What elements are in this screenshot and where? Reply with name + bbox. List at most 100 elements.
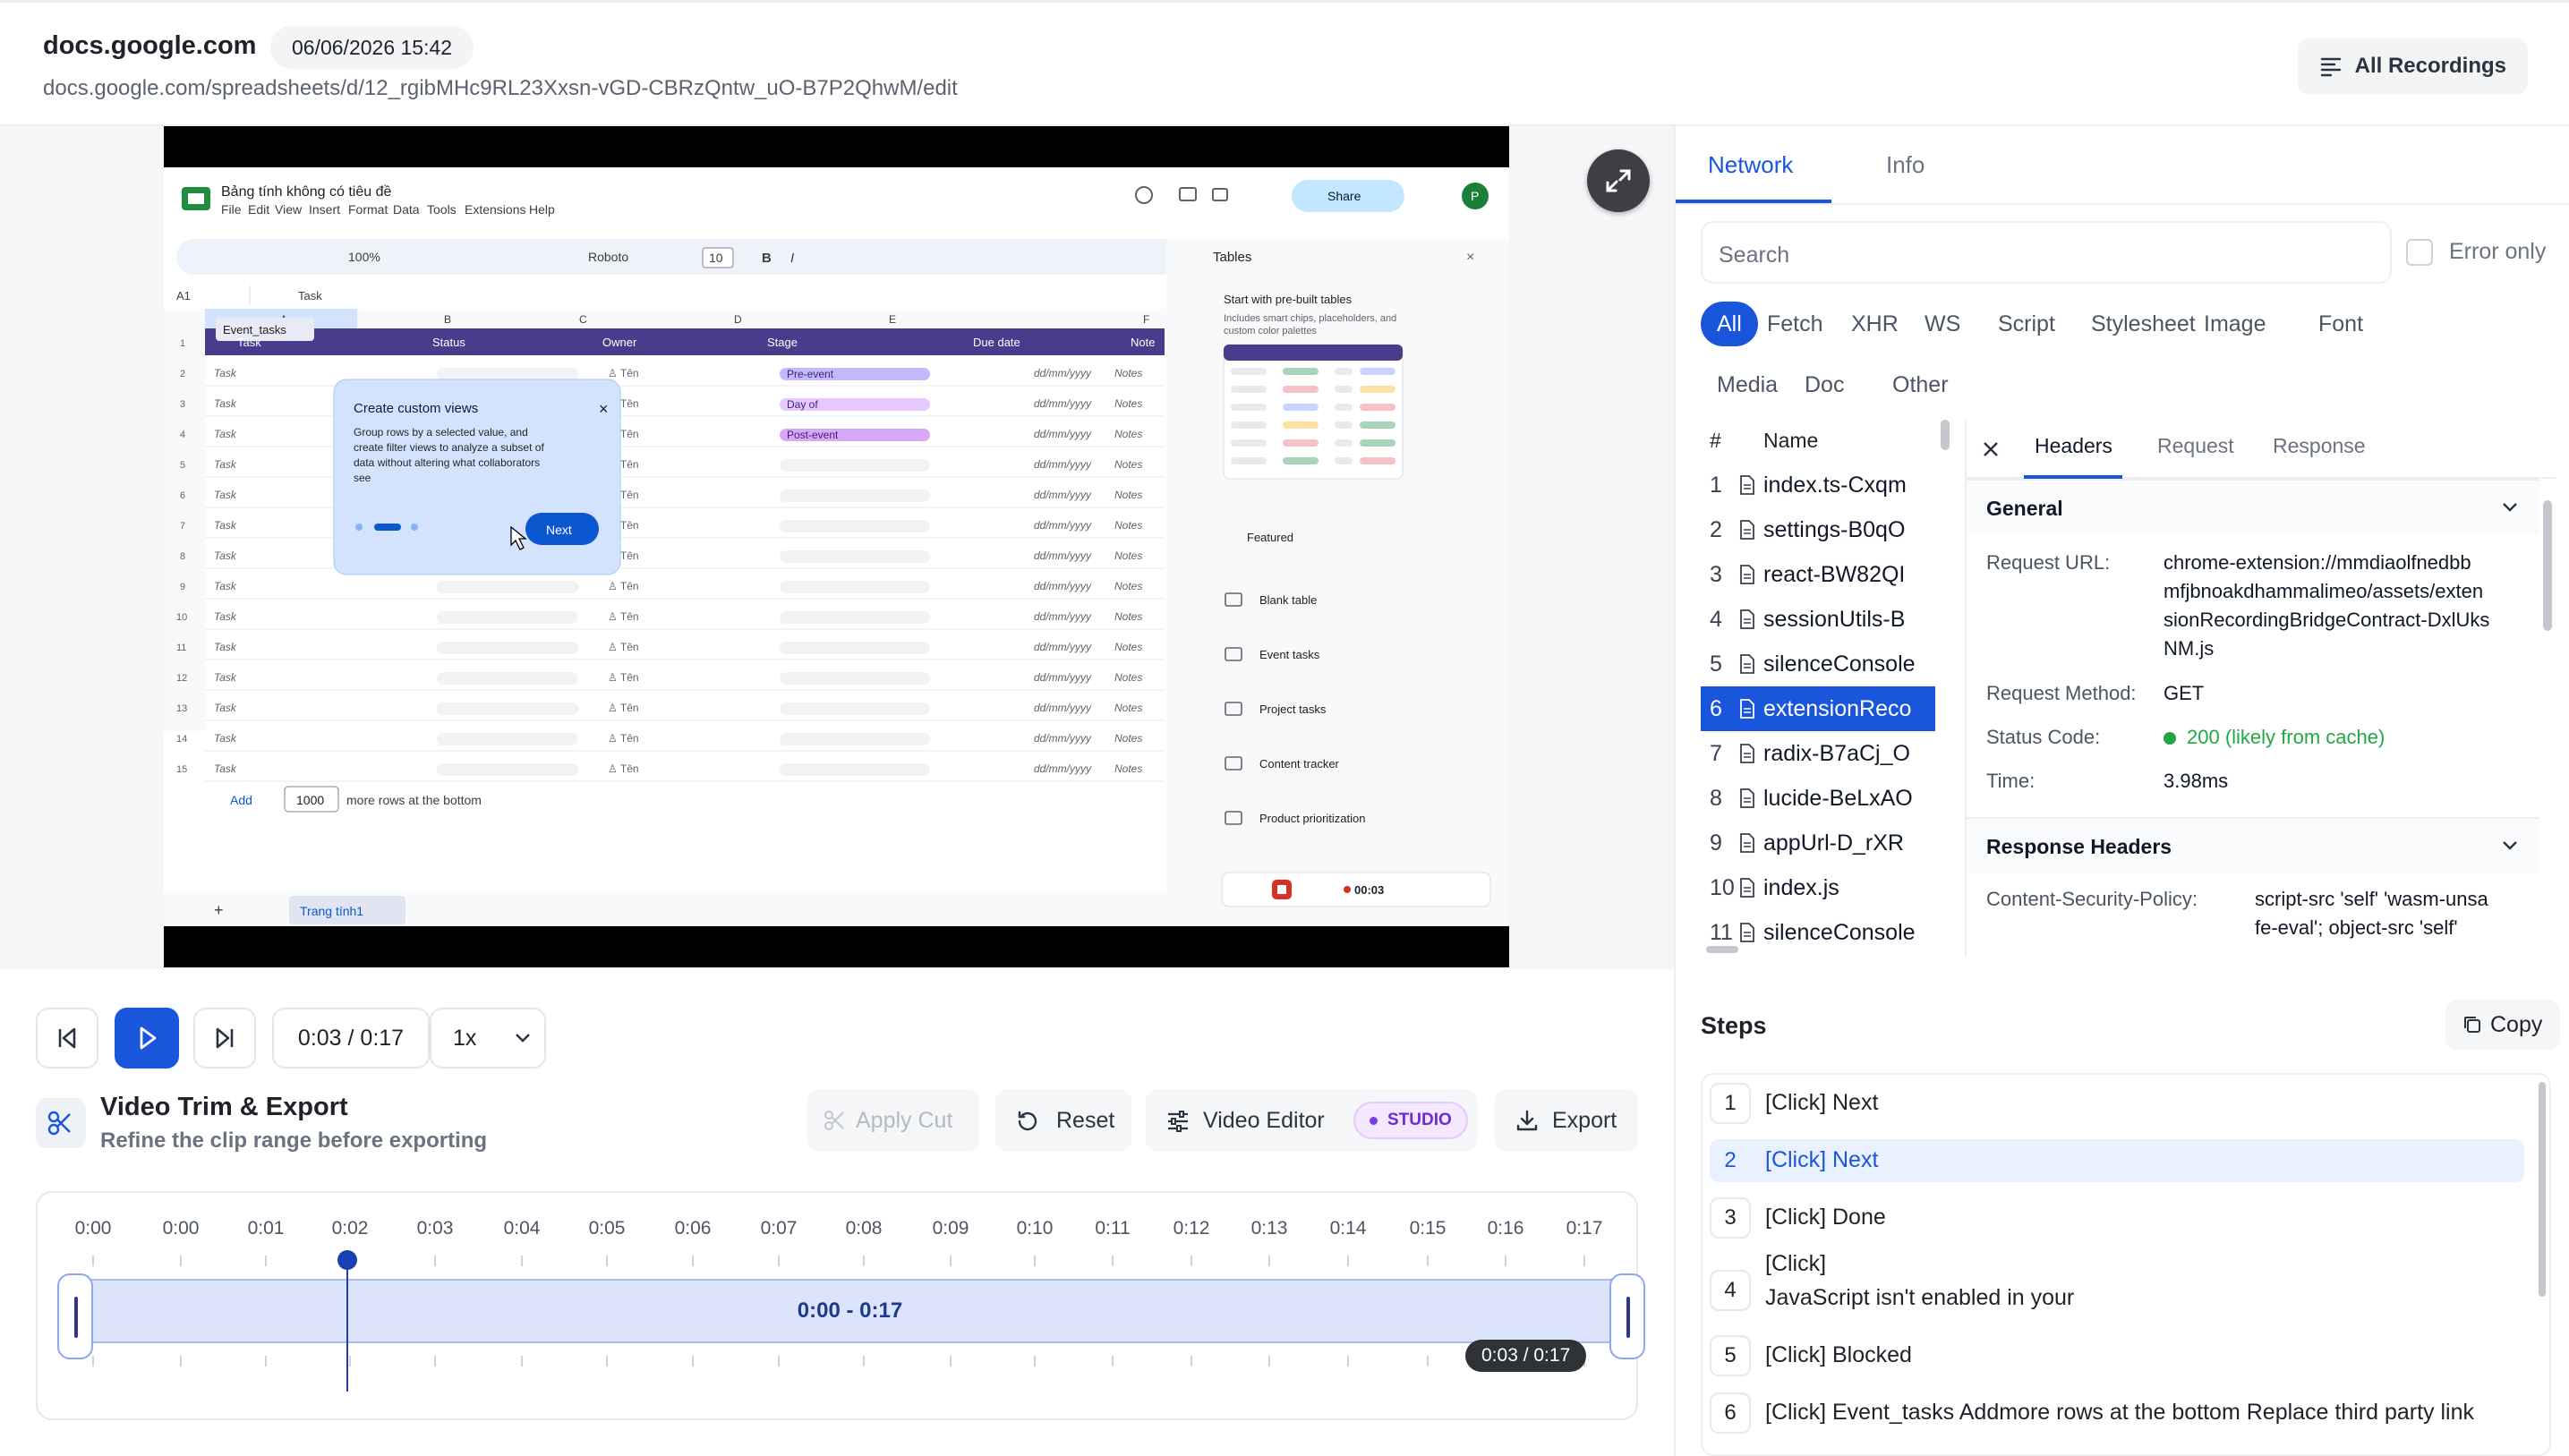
- stage-cell: Pre-event: [787, 368, 834, 380]
- step-item[interactable]: 3 [Click] Done: [1710, 1196, 2524, 1239]
- filter-chip-script[interactable]: Script: [1982, 302, 2071, 346]
- tab-network[interactable]: Network: [1708, 151, 1793, 179]
- filter-chip-fetch[interactable]: Fetch: [1751, 302, 1839, 346]
- filter-chip-ws[interactable]: WS: [1908, 302, 1976, 346]
- request-row[interactable]: 7 radix-B7aCj_O: [1701, 731, 1935, 776]
- filter-chip-font[interactable]: Font: [2302, 302, 2379, 346]
- filter-chip-media[interactable]: Media: [1701, 362, 1794, 407]
- file-icon: [1740, 923, 1754, 942]
- skip-back-button[interactable]: [36, 1008, 98, 1069]
- video-frame[interactable]: Bảng tính không có tiêu đề File Edit View I…: [164, 126, 1509, 967]
- playhead[interactable]: [346, 1257, 348, 1392]
- trim-start-handle[interactable]: [57, 1273, 93, 1359]
- close-icon[interactable]: [1981, 439, 2001, 459]
- filter-chip-all[interactable]: All: [1701, 302, 1758, 346]
- skip-forward-button[interactable]: [193, 1008, 256, 1069]
- template-item[interactable]: Project tasks: [1259, 702, 1327, 716]
- trim-end-handle[interactable]: [1609, 1273, 1645, 1359]
- request-row[interactable]: 4 sessionUtils-B: [1701, 597, 1935, 642]
- fullscreen-button[interactable]: [1587, 149, 1650, 212]
- list-scrollbar[interactable]: [1941, 420, 1950, 450]
- sheet-menu-item[interactable]: Extensions: [465, 202, 525, 217]
- filter-chip-other[interactable]: Other: [1876, 362, 1965, 407]
- step-item[interactable]: 2 [Click] Next: [1710, 1139, 2524, 1182]
- steps-scrollbar[interactable]: [2539, 1082, 2546, 1297]
- column-header[interactable]: B: [444, 313, 451, 326]
- step-item[interactable]: 6 [Click] Event_tasks Addmore rows at the…: [1710, 1392, 2524, 1435]
- file-icon: [1740, 654, 1754, 674]
- recorded-screenshot: Bảng tính không có tiêu đề File Edit View I…: [164, 167, 1509, 926]
- request-name: extensionReco: [1763, 696, 1912, 721]
- time-key: Time:: [1986, 770, 2036, 792]
- popup-next-label: Next: [546, 523, 572, 537]
- column-header[interactable]: D: [734, 313, 742, 326]
- error-only-label: Error only: [2449, 239, 2547, 264]
- filter-chip-xhr[interactable]: XHR: [1835, 302, 1915, 346]
- playhead-knob[interactable]: [337, 1250, 357, 1270]
- file-icon: [1740, 699, 1754, 719]
- video-editor-button[interactable]: Video Editor STUDIO: [1146, 1089, 1477, 1152]
- sheet-menu-item[interactable]: Insert: [309, 202, 340, 217]
- step-item[interactable]: 4 [Click] JavaScript isn't enabled in your: [1710, 1251, 2524, 1322]
- request-row[interactable]: 6 extensionReco: [1701, 686, 1935, 731]
- step-item[interactable]: 5 [Click] Blocked: [1710, 1334, 2524, 1377]
- sheet-menu-item[interactable]: View: [275, 202, 303, 217]
- request-name: appUrl-D_rXR: [1763, 830, 1904, 856]
- template-item[interactable]: Content tracker: [1259, 757, 1340, 771]
- template-item[interactable]: Blank table: [1259, 593, 1317, 607]
- step-item[interactable]: 1 [Click] Next: [1710, 1082, 2524, 1125]
- request-row[interactable]: 8 lucide-BeLxAO: [1701, 776, 1935, 821]
- sheet-menu-item[interactable]: Data: [393, 202, 420, 217]
- list-hscrollbar[interactable]: [1706, 946, 1738, 953]
- sheet-menu-item[interactable]: Help: [529, 202, 555, 217]
- copy-steps-button[interactable]: Copy: [2445, 1000, 2561, 1050]
- owner-cell: ♙ Tên: [608, 580, 639, 592]
- request-row[interactable]: 9 appUrl-D_rXR: [1701, 821, 1935, 865]
- filter-chip-image[interactable]: Image: [2188, 302, 2282, 346]
- tab-info[interactable]: Info: [1886, 151, 1925, 179]
- request-row[interactable]: 1 index.ts-Cxqm: [1701, 463, 1935, 507]
- col-number: #: [1710, 429, 1721, 452]
- step-text: [Click] Next: [1765, 1090, 1879, 1115]
- network-search-input[interactable]: Search: [1701, 221, 2392, 284]
- column-header[interactable]: C: [579, 313, 587, 326]
- sheet-menu-item[interactable]: File: [221, 202, 242, 217]
- tab-request[interactable]: Request: [2157, 434, 2234, 458]
- request-url-line: NM.js: [2164, 637, 2215, 660]
- all-recordings-button[interactable]: All Recordings: [2297, 38, 2528, 94]
- column-header[interactable]: E: [889, 313, 896, 326]
- play-button[interactable]: [115, 1008, 179, 1069]
- chevron-down-icon: [2503, 841, 2517, 850]
- detail-scrollbar[interactable]: [2543, 500, 2552, 631]
- request-row[interactable]: 10 index.js: [1701, 865, 1935, 910]
- due-date-cell: dd/mm/yyyy: [1034, 489, 1092, 501]
- request-row[interactable]: 3 react-BW82QI: [1701, 552, 1935, 597]
- request-row[interactable]: 5 silenceConsole: [1701, 642, 1935, 686]
- column-header[interactable]: F: [1143, 313, 1149, 326]
- request-row[interactable]: 2 settings-B0qO: [1701, 507, 1935, 552]
- selected-range[interactable]: 0:00 - 0:17: [73, 1279, 1626, 1343]
- tab-response[interactable]: Response: [2273, 434, 2366, 458]
- template-item[interactable]: Event tasks: [1259, 648, 1320, 661]
- template-item[interactable]: Product prioritization: [1259, 812, 1366, 825]
- request-url-key: Request URL:: [1986, 551, 2111, 574]
- general-section-header[interactable]: General: [1967, 479, 2539, 534]
- reset-button[interactable]: Reset: [995, 1089, 1131, 1152]
- speed-select[interactable]: 1x: [430, 1008, 546, 1069]
- export-button[interactable]: Export: [1495, 1089, 1638, 1152]
- trim-timeline[interactable]: 0:00 0:00 0:01 0:02 0:03 0:04 0:05 0:06 0:07 0:08…: [36, 1191, 1645, 1420]
- response-headers-section-header[interactable]: Response Headers: [1967, 817, 2539, 873]
- filter-chip-doc[interactable]: Doc: [1788, 362, 1860, 407]
- row-number: 9: [180, 582, 185, 592]
- error-only-checkbox[interactable]: [2406, 239, 2433, 266]
- tab-headers[interactable]: Headers: [2035, 434, 2112, 458]
- step-text-detail: JavaScript isn't enabled in your: [1765, 1285, 2075, 1310]
- row-number: 8: [180, 551, 185, 562]
- sheet-menu-item[interactable]: Format: [348, 202, 388, 217]
- apply-cut-button[interactable]: Apply Cut: [807, 1089, 979, 1152]
- step-text: [Click] Blocked: [1765, 1342, 1912, 1367]
- request-number: 8: [1710, 786, 1722, 811]
- sheet-menu-item[interactable]: Edit: [248, 202, 269, 217]
- sheet-menu-item[interactable]: Tools: [427, 202, 457, 217]
- download-icon: [1516, 1110, 1538, 1131]
